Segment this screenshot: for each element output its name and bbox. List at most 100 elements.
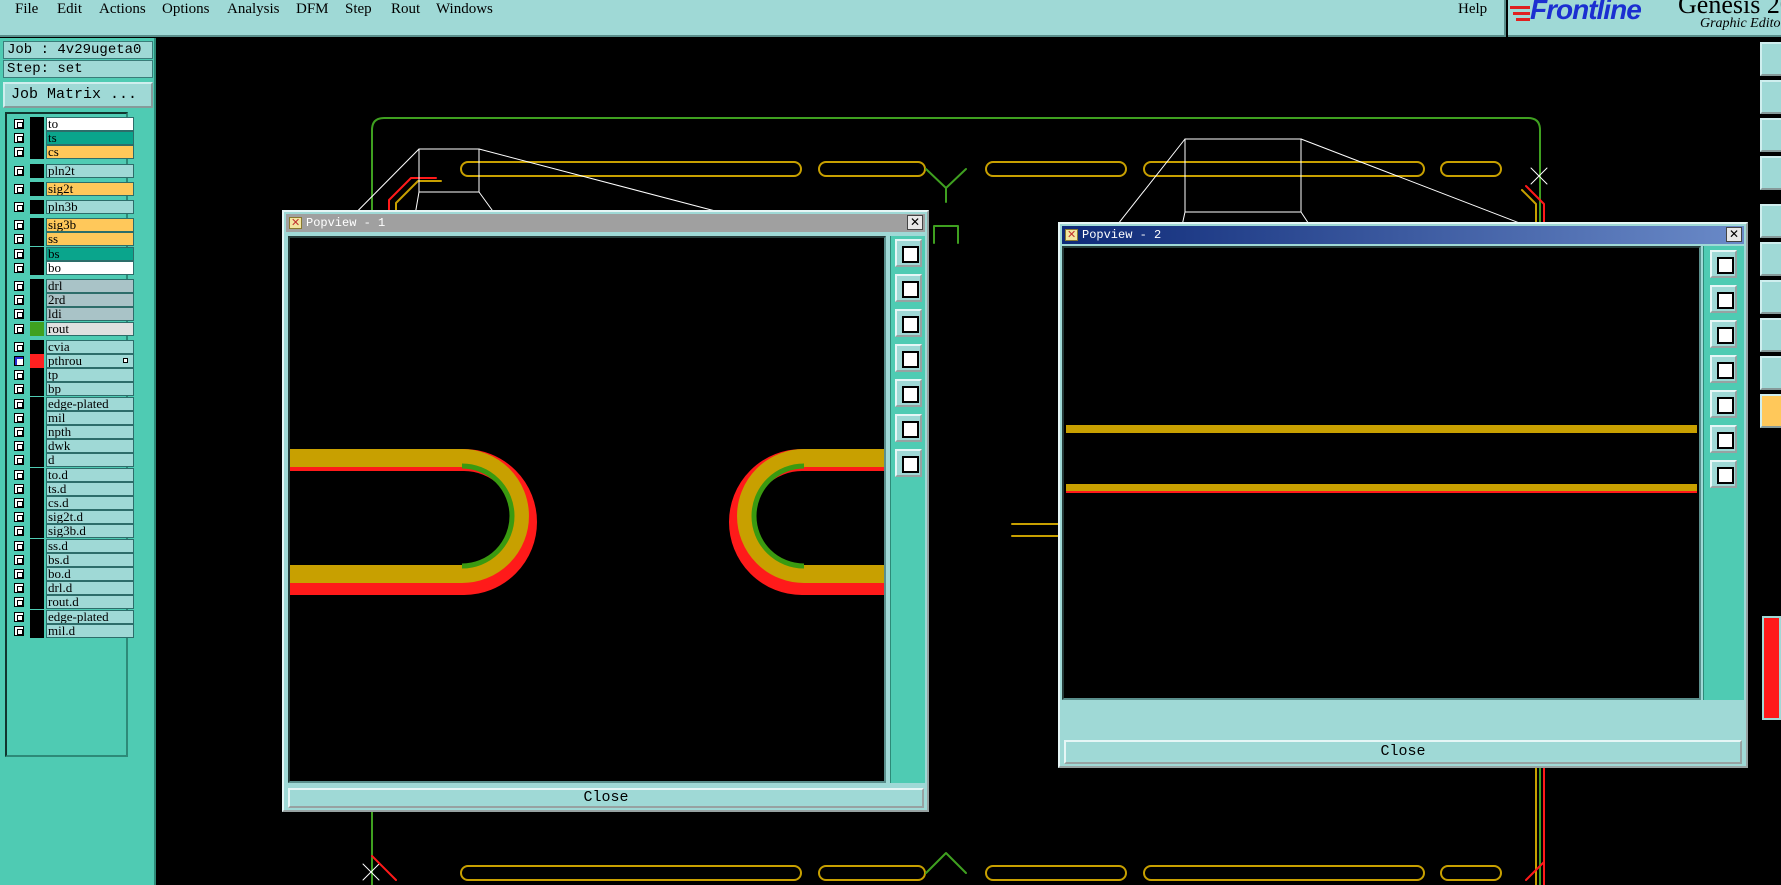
layer-row[interactable]: d [10,453,134,468]
layer-color-swatch[interactable] [30,396,44,411]
popview-1-close-button[interactable]: Close [288,788,924,808]
popview-2-view[interactable] [1062,246,1701,700]
layer-row[interactable]: 2rd [10,293,134,308]
menu-options[interactable]: Options [162,1,210,18]
layer-row[interactable]: cs [10,145,134,160]
layer-color-swatch[interactable] [30,260,44,275]
layer-row[interactable]: sig2t.d [10,510,134,525]
layer-row[interactable]: ss.d [10,538,134,553]
layer-color-swatch[interactable] [30,354,44,368]
layer-color-swatch[interactable] [30,382,44,397]
layer-name[interactable]: drl [46,279,134,293]
layer-checkbox[interactable] [14,455,24,466]
layer-row[interactable]: ss [10,232,134,247]
layer-name[interactable]: bs.d [46,552,134,567]
layer-name[interactable]: cs.d [46,496,134,510]
pan-left-icon[interactable] [1710,355,1737,383]
layer-name[interactable]: to.d [46,467,134,482]
layer-color-swatch[interactable] [30,163,44,178]
layer-checkbox[interactable] [14,133,24,144]
layer-row[interactable]: tp [10,368,134,383]
layer-row[interactable]: edge-plated [10,396,134,411]
layer-checkbox[interactable] [14,281,24,291]
layer-row[interactable]: ts [10,131,134,146]
layer-name[interactable]: to [46,117,134,131]
layer-color-swatch[interactable] [30,595,44,610]
layer-row[interactable]: dwk [10,439,134,454]
menu-help[interactable]: Help [1458,1,1487,18]
layer-row[interactable]: rout [10,321,134,336]
layer-checkbox[interactable] [14,341,24,352]
layer-checkbox[interactable] [14,483,24,494]
pan-down-icon[interactable] [1710,320,1737,348]
layer-checkbox[interactable] [14,412,24,423]
layer-checkbox[interactable] [14,165,24,176]
layer-name[interactable]: ss [46,232,134,247]
pan-right-icon[interactable] [895,379,922,407]
layer-row[interactable]: bo.d [10,567,134,581]
layer-checkbox[interactable] [14,248,24,259]
layer-name[interactable]: ldi [46,307,134,322]
layer-checkbox[interactable] [14,526,24,537]
menu-edit[interactable]: Edit [57,1,82,18]
layer-name[interactable]: bp [46,382,134,397]
menu-dfm[interactable]: DFM [296,1,329,18]
layer-name[interactable]: pthrou [46,354,134,368]
layer-row[interactable]: mil.d [10,623,134,638]
layer-color-swatch[interactable] [30,410,44,425]
close-icon[interactable]: ✕ [1726,227,1742,242]
layer-name[interactable]: tp [46,368,134,383]
layer-checkbox[interactable] [14,512,24,523]
layer-color-swatch[interactable] [30,467,44,482]
pan-left-icon[interactable] [895,344,922,372]
layer-color-swatch[interactable] [30,439,44,454]
layer-checkbox[interactable] [14,220,24,231]
layer-row[interactable]: bs [10,246,134,261]
layer-row[interactable]: pthrou [10,354,134,368]
pan-right-icon[interactable] [1710,390,1737,418]
menu-file[interactable]: File [15,1,38,18]
menu-analysis[interactable]: Analysis [227,1,280,18]
layer-checkbox[interactable] [14,611,24,622]
layer-color-swatch[interactable] [30,200,44,214]
layer-name[interactable]: sig2t.d [46,510,134,525]
layer-checkbox[interactable] [14,469,24,480]
layer-checkbox[interactable] [14,384,24,395]
layer-row[interactable]: sig3b.d [10,524,134,539]
layer-color-swatch[interactable] [30,145,44,160]
layer-row[interactable]: to [10,117,134,131]
tool-redraw-icon[interactable] [1760,156,1781,190]
layer-checkbox[interactable] [14,202,24,212]
zoom-in-icon[interactable] [895,449,922,477]
layer-checkbox[interactable] [14,441,24,452]
tool-angle-icon[interactable] [1760,356,1781,390]
layer-row[interactable]: pln2t [10,163,134,178]
layer-row[interactable]: drl.d [10,581,134,596]
layer-checkbox[interactable] [14,183,24,194]
layer-row[interactable]: rout.d [10,595,134,610]
layer-name[interactable]: sig2t [46,181,134,196]
tool-route-icon[interactable] [1760,242,1781,276]
layer-name[interactable]: d [46,453,134,468]
tool-measure-icon[interactable] [1760,280,1781,314]
layer-name[interactable]: edge-plated [46,609,134,624]
layer-row[interactable]: bs.d [10,552,134,567]
layer-color-swatch[interactable] [30,581,44,596]
layer-color-swatch[interactable] [30,339,44,354]
layer-name[interactable]: 2rd [46,293,134,308]
layer-name[interactable]: sig3b [46,218,134,233]
zoom-out-icon[interactable] [895,414,922,442]
graphic-canvas[interactable]: Popview - 1 ✕ [156,38,1758,885]
layer-checkbox[interactable] [14,309,24,320]
layer-color-swatch[interactable] [30,524,44,539]
popview-1-view[interactable] [288,236,886,783]
layer-name[interactable]: rout [46,321,134,336]
layer-row[interactable]: ts.d [10,481,134,496]
layer-name[interactable]: drl.d [46,581,134,596]
layer-checkbox[interactable] [14,234,24,245]
tool-select-icon[interactable] [1760,394,1781,428]
menu-actions[interactable]: Actions [99,1,146,18]
layer-checkbox[interactable] [14,295,24,306]
layer-color-swatch[interactable] [30,496,44,510]
layer-color-swatch[interactable] [30,453,44,468]
